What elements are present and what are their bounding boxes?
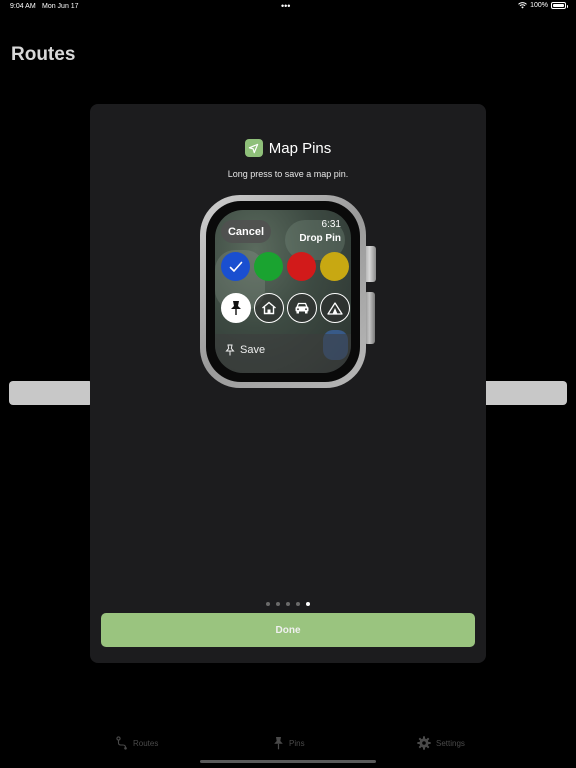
car-icon (295, 302, 309, 314)
page-dot[interactable] (266, 602, 270, 606)
modal-subtitle: Long press to save a map pin. (227, 169, 349, 179)
status-time: 9:04 AM (10, 3, 36, 10)
watch-save-row: Save (215, 334, 351, 373)
icon-option-tent (320, 293, 350, 323)
icon-option-car (287, 293, 317, 323)
color-option-red (287, 252, 316, 281)
color-option-green (254, 252, 283, 281)
pushpin-outline-icon (225, 344, 235, 356)
watch-save-label: Save (240, 344, 266, 356)
color-option-yellow (320, 252, 349, 281)
done-button[interactable]: Done (101, 613, 475, 647)
tab-routes[interactable]: Routes (116, 736, 158, 750)
battery-percent: 100% (530, 2, 548, 9)
modal-header: Map Pins (90, 139, 486, 157)
background-list-row-right (482, 381, 567, 405)
page-title: Routes (11, 44, 76, 65)
page-dot-active[interactable] (306, 602, 310, 606)
tent-icon (327, 301, 343, 315)
battery-icon (551, 2, 568, 9)
background-list-row-left (9, 381, 93, 405)
tab-pins[interactable]: Pins (273, 736, 305, 750)
icon-option-pushpin (221, 293, 251, 323)
location-arrow-icon (244, 139, 263, 157)
status-date: Mon Jun 17 (42, 3, 79, 10)
home-indicator[interactable] (200, 760, 376, 763)
icon-option-house (254, 293, 284, 323)
status-indicators: 100% (518, 2, 568, 9)
watch-cancel-button: Cancel (221, 220, 271, 243)
wifi-icon (518, 2, 527, 9)
page-dot[interactable] (276, 602, 280, 606)
tab-routes-label: Routes (133, 738, 159, 748)
tab-settings-label: Settings (436, 738, 465, 748)
page-dot[interactable] (296, 602, 300, 606)
multitasking-dots[interactable]: ••• (281, 1, 290, 11)
pushpin-icon (274, 737, 283, 750)
status-bar: 9:04 AM Mon Jun 17 ••• 100% (0, 0, 576, 14)
house-icon (262, 301, 276, 315)
page-indicator[interactable] (90, 602, 486, 606)
checkmark-icon (229, 261, 242, 272)
route-icon (116, 736, 127, 750)
tab-pins-label: Pins (289, 738, 305, 748)
gear-icon (417, 736, 431, 750)
tab-settings[interactable]: Settings (417, 736, 465, 750)
watch-screen: Cancel 6:31 Drop Pin Save (215, 210, 351, 373)
modal-title: Map Pins (268, 139, 332, 157)
pushpin-icon (231, 301, 241, 315)
watch-time: 6:31 (321, 219, 341, 230)
color-option-blue (221, 252, 250, 281)
watch-heading: Drop Pin (299, 233, 341, 244)
page-dot[interactable] (286, 602, 290, 606)
